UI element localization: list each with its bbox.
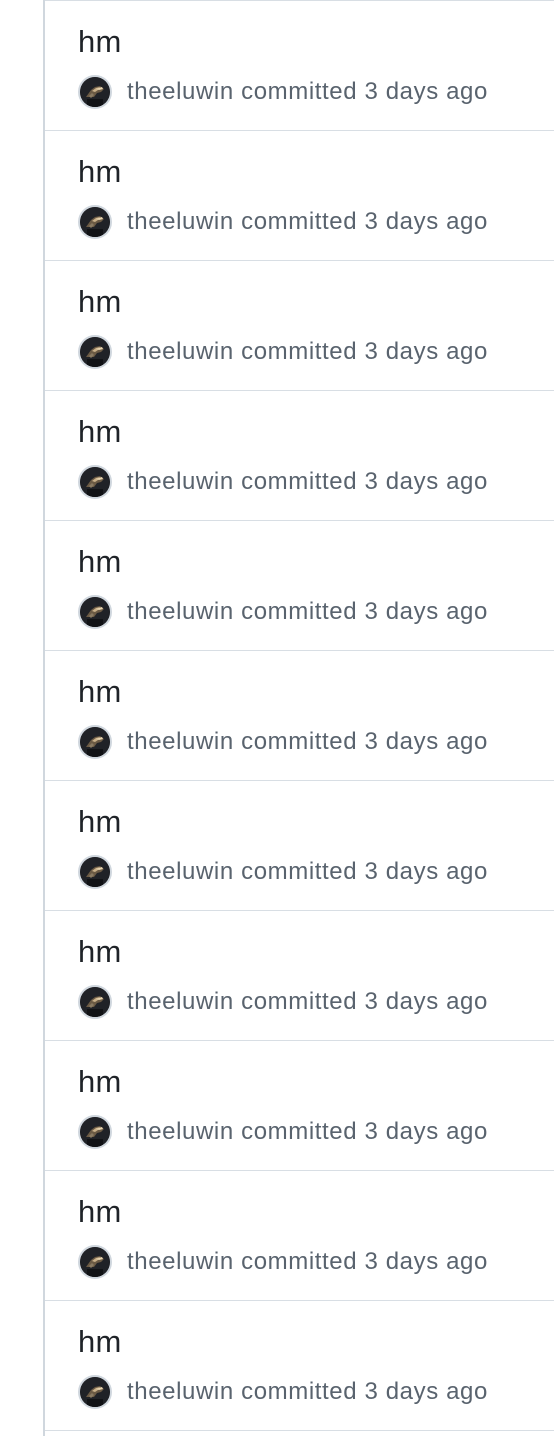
commit-row[interactable]: hm theeluwin committed 3 days ago	[45, 911, 554, 1041]
commit-author-link[interactable]: theeluwin	[127, 1378, 234, 1405]
commit-title-link[interactable]: hm	[78, 803, 121, 841]
commit-meta-text: theeluwin committed 3 days ago	[127, 1378, 488, 1406]
commit-action: committed	[241, 78, 358, 105]
commit-time: 3 days ago	[364, 858, 488, 885]
user-avatar-icon[interactable]	[78, 855, 112, 889]
commit-action: committed	[241, 1378, 358, 1405]
commit-time: 3 days ago	[364, 598, 488, 625]
commit-title-link[interactable]: hm	[78, 673, 121, 711]
commit-time: 3 days ago	[364, 1378, 488, 1405]
commit-meta: theeluwin committed 3 days ago	[78, 595, 488, 629]
commit-author-link[interactable]: theeluwin	[127, 988, 234, 1015]
commit-author-link[interactable]: theeluwin	[127, 338, 234, 365]
commit-author-link[interactable]: theeluwin	[127, 598, 234, 625]
commit-action: committed	[241, 728, 358, 755]
commit-meta: theeluwin committed 3 days ago	[78, 205, 488, 239]
commit-meta-text: theeluwin committed 3 days ago	[127, 468, 488, 496]
user-avatar-icon[interactable]	[78, 1115, 112, 1149]
commit-meta-text: theeluwin committed 3 days ago	[127, 728, 488, 756]
commit-author-link[interactable]: theeluwin	[127, 78, 234, 105]
commit-time: 3 days ago	[364, 988, 488, 1015]
commit-row[interactable]: hm theeluwin committed 3 days ago	[45, 1301, 554, 1431]
commit-title-link[interactable]: hm	[78, 283, 121, 321]
commit-meta: theeluwin committed 3 days ago	[78, 985, 488, 1019]
commit-title-link[interactable]: hm	[78, 413, 121, 451]
commit-action: committed	[241, 1118, 358, 1145]
commit-meta-text: theeluwin committed 3 days ago	[127, 338, 488, 366]
commit-time: 3 days ago	[364, 338, 488, 365]
commit-meta-text: theeluwin committed 3 days ago	[127, 78, 488, 106]
commit-meta-text: theeluwin committed 3 days ago	[127, 208, 488, 236]
commit-title-link[interactable]: hm	[78, 153, 121, 191]
commit-action: committed	[241, 1248, 358, 1275]
commit-row[interactable]: hm theeluwin committed 3 days ago	[45, 521, 554, 651]
commit-meta: theeluwin committed 3 days ago	[78, 335, 488, 369]
commit-time: 3 days ago	[364, 208, 488, 235]
commit-action: committed	[241, 208, 358, 235]
commit-row[interactable]: hm theeluwin committed 3 days ago	[45, 131, 554, 261]
commit-time: 3 days ago	[364, 728, 488, 755]
commit-row[interactable]: hm theeluwin committed 3 days ago	[45, 1041, 554, 1171]
commit-row[interactable]: hm theeluwin committed 3 days ago	[45, 651, 554, 781]
commit-meta-text: theeluwin committed 3 days ago	[127, 858, 488, 886]
commit-row[interactable]: hm theeluwin committed 3 days ago	[45, 261, 554, 391]
commit-title-link[interactable]: hm	[78, 1323, 121, 1361]
commit-list: hm theeluwin committed 3 days ago hm the…	[45, 0, 554, 1431]
user-avatar-icon[interactable]	[78, 205, 112, 239]
commit-author-link[interactable]: theeluwin	[127, 858, 234, 885]
user-avatar-icon[interactable]	[78, 595, 112, 629]
commit-action: committed	[241, 858, 358, 885]
user-avatar-icon[interactable]	[78, 75, 112, 109]
commit-title-link[interactable]: hm	[78, 23, 121, 61]
commit-row[interactable]: hm theeluwin committed 3 days ago	[45, 781, 554, 911]
commit-row[interactable]: hm theeluwin committed 3 days ago	[45, 1, 554, 131]
user-avatar-icon[interactable]	[78, 1375, 112, 1409]
commit-time: 3 days ago	[364, 468, 488, 495]
commit-action: committed	[241, 598, 358, 625]
commit-author-link[interactable]: theeluwin	[127, 468, 234, 495]
commit-meta: theeluwin committed 3 days ago	[78, 1375, 488, 1409]
user-avatar-icon[interactable]	[78, 985, 112, 1019]
commit-meta-text: theeluwin committed 3 days ago	[127, 988, 488, 1016]
commit-author-link[interactable]: theeluwin	[127, 208, 234, 235]
commit-meta-text: theeluwin committed 3 days ago	[127, 1118, 488, 1146]
commit-meta: theeluwin committed 3 days ago	[78, 855, 488, 889]
commit-action: committed	[241, 468, 358, 495]
commit-title-link[interactable]: hm	[78, 1193, 121, 1231]
commit-action: committed	[241, 988, 358, 1015]
commit-title-link[interactable]: hm	[78, 1063, 121, 1101]
commit-action: committed	[241, 338, 358, 365]
commit-row[interactable]: hm theeluwin committed 3 days ago	[45, 1171, 554, 1301]
commit-meta-text: theeluwin committed 3 days ago	[127, 598, 488, 626]
commit-author-link[interactable]: theeluwin	[127, 728, 234, 755]
commit-meta: theeluwin committed 3 days ago	[78, 1245, 488, 1279]
user-avatar-icon[interactable]	[78, 725, 112, 759]
user-avatar-icon[interactable]	[78, 1245, 112, 1279]
user-avatar-icon[interactable]	[78, 335, 112, 369]
commit-meta: theeluwin committed 3 days ago	[78, 1115, 488, 1149]
user-avatar-icon[interactable]	[78, 465, 112, 499]
commit-meta: theeluwin committed 3 days ago	[78, 725, 488, 759]
commit-author-link[interactable]: theeluwin	[127, 1118, 234, 1145]
commit-meta: theeluwin committed 3 days ago	[78, 465, 488, 499]
commit-meta: theeluwin committed 3 days ago	[78, 75, 488, 109]
commit-title-link[interactable]: hm	[78, 543, 121, 581]
commit-time: 3 days ago	[364, 1118, 488, 1145]
commit-row[interactable]: hm theeluwin committed 3 days ago	[45, 391, 554, 521]
commit-author-link[interactable]: theeluwin	[127, 1248, 234, 1275]
commit-title-link[interactable]: hm	[78, 933, 121, 971]
commit-meta-text: theeluwin committed 3 days ago	[127, 1248, 488, 1276]
commit-time: 3 days ago	[364, 1248, 488, 1275]
commit-time: 3 days ago	[364, 78, 488, 105]
